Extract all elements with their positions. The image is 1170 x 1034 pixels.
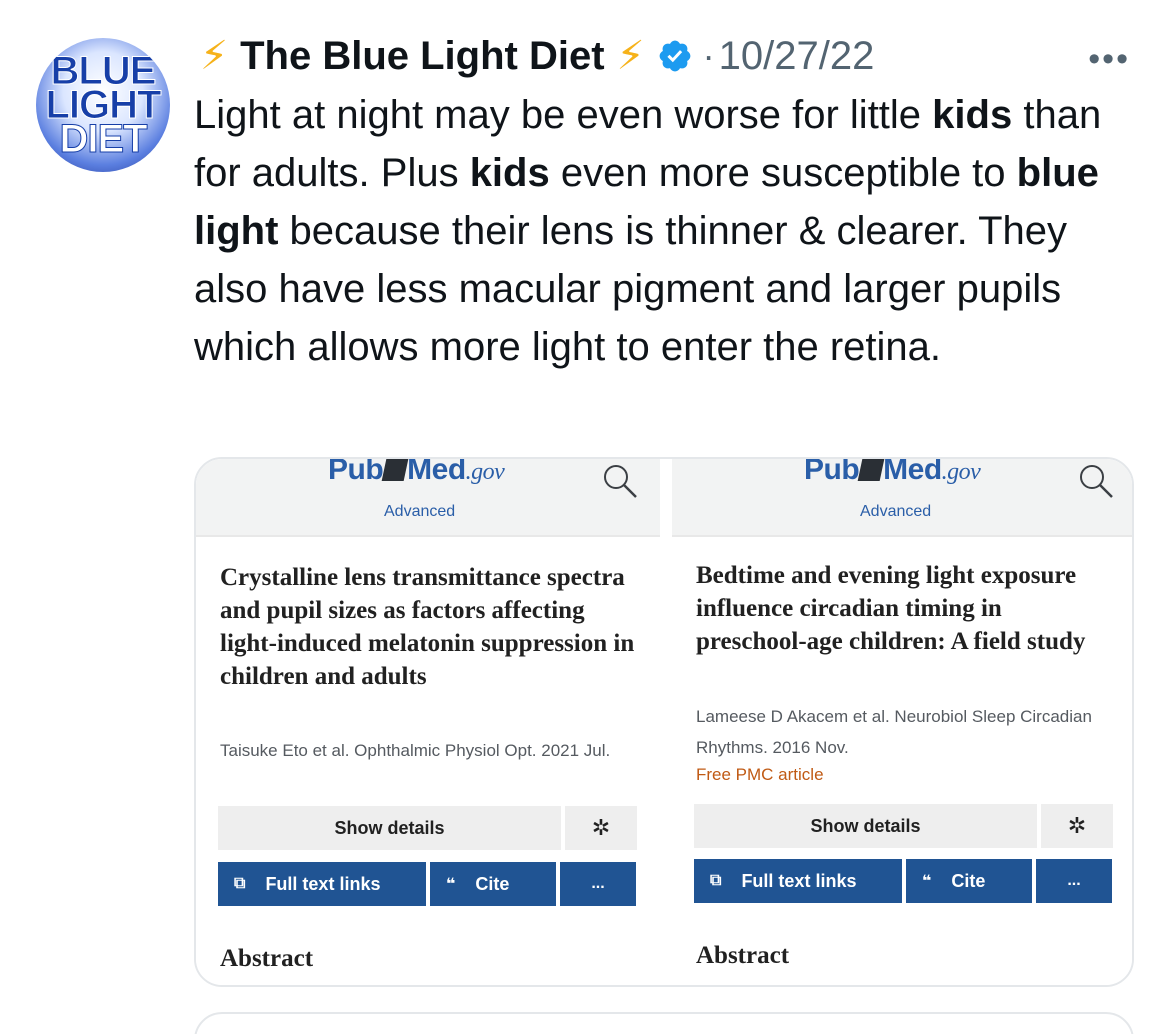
abstract-heading: Abstract	[220, 945, 314, 972]
advanced-link[interactable]: Advanced	[860, 503, 931, 521]
pubmed-header: Pub Med.gov Advanced	[196, 459, 660, 537]
pubmed-card[interactable]: Pub Med.gov Advanced Crystalline lens tra…	[196, 459, 660, 985]
display-name[interactable]: The Blue Light Diet	[240, 34, 604, 79]
logo-med: Med	[407, 457, 466, 486]
more-actions-button[interactable]: ...	[1036, 859, 1112, 903]
full-text-links-button[interactable]: ⧉ Full text links	[694, 859, 902, 903]
search-icon[interactable]	[1076, 463, 1116, 503]
media-attachment[interactable]: Pub Med.gov Advanced Crystalline lens tra…	[194, 457, 1134, 987]
paper-authors: Taisuke Eto et al. Ophthalmic Physiol Op…	[220, 741, 611, 760]
gear-icon[interactable]: ✲	[1041, 804, 1113, 848]
more-options-icon[interactable]: •••	[1088, 40, 1130, 79]
pubmed-flag-icon	[381, 459, 409, 481]
pubmed-header: Pub Med.gov Advanced	[672, 457, 1132, 537]
lightning-icon: ⚡	[616, 34, 645, 78]
quote-icon: ❝	[446, 876, 456, 893]
gear-icon[interactable]: ✲	[565, 806, 637, 850]
tweet-date[interactable]: 10/27/22	[719, 34, 875, 79]
lightning-icon: ⚡	[200, 34, 229, 78]
search-icon[interactable]	[600, 463, 640, 503]
tweet-header: ⚡ The Blue Light Diet ⚡ · 10/27/22	[200, 28, 874, 84]
tweet-text-bold: kids	[932, 93, 1013, 137]
tweet-text-part: Light at night may be even worse for lit…	[194, 93, 933, 137]
pubmed-card[interactable]: Pub Med.gov Advanced Bedtime and evening …	[672, 457, 1132, 985]
avatar[interactable]: BLUE LIGHT DIET	[36, 38, 170, 172]
more-actions-button[interactable]: ...	[560, 862, 636, 906]
separator: ·	[702, 35, 715, 76]
full-text-links-button[interactable]: ⧉ Full text links	[218, 862, 426, 906]
full-text-label: Full text links	[741, 870, 857, 891]
paper-authors: Lameese D Akacem et al. Neurobiol Sleep …	[696, 707, 1092, 757]
external-link-icon: ⧉	[710, 872, 722, 889]
logo-gov: .gov	[941, 459, 981, 485]
tweet-text-part: even more susceptible to	[549, 151, 1017, 195]
tweet-text-part: because their lens is thinner & clearer.…	[194, 209, 1067, 369]
pubmed-logo: Pub Med.gov	[328, 457, 505, 487]
cite-label: Cite	[475, 873, 510, 894]
pubmed-logo: Pub Med.gov	[804, 457, 981, 487]
avatar-line-3: DIET	[59, 117, 148, 161]
logo-gov: .gov	[465, 459, 505, 485]
cite-button[interactable]: ❝ Cite	[906, 859, 1032, 903]
logo-pub: Pub	[328, 457, 384, 486]
show-details-button[interactable]: Show details	[694, 804, 1037, 848]
logo-pub: Pub	[804, 457, 860, 486]
free-pmc-article[interactable]: Free PMC article	[696, 765, 824, 785]
paper-title[interactable]: Bedtime and evening light exposure influ…	[696, 559, 1116, 658]
quote-icon: ❝	[922, 873, 932, 890]
advanced-link[interactable]: Advanced	[384, 503, 455, 521]
cite-button[interactable]: ❝ Cite	[430, 862, 556, 906]
cite-label: Cite	[951, 870, 986, 891]
show-details-button[interactable]: Show details	[218, 806, 561, 850]
logo-med: Med	[883, 457, 942, 486]
next-tweet-card-edge	[194, 1012, 1134, 1034]
paper-title[interactable]: Crystalline lens transmittance spectra a…	[220, 561, 640, 693]
external-link-icon: ⧉	[234, 875, 246, 892]
abstract-heading: Abstract	[696, 942, 790, 969]
tweet-text: Light at night may be even worse for lit…	[194, 86, 1134, 376]
full-text-label: Full text links	[265, 873, 381, 894]
tweet-text-bold: kids	[469, 151, 550, 195]
pubmed-flag-icon	[857, 459, 885, 481]
verified-badge-icon[interactable]	[657, 38, 693, 74]
